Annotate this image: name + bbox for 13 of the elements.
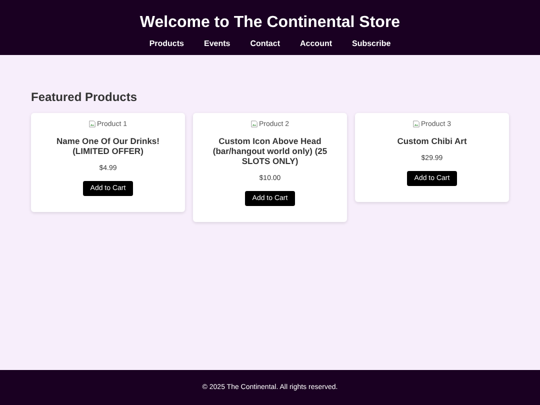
product-name: Name One Of Our Drinks! (LIMITED OFFER) bbox=[56, 136, 160, 156]
broken-image-icon bbox=[89, 120, 96, 128]
nav-link[interactable]: Account bbox=[300, 39, 332, 49]
nav-link[interactable]: Products bbox=[149, 39, 184, 49]
broken-image-icon bbox=[413, 120, 420, 128]
broken-image-icon bbox=[251, 120, 258, 128]
nav-link[interactable]: Subscribe bbox=[352, 39, 391, 49]
product-name: Custom Chibi Art bbox=[397, 136, 467, 146]
nav-link[interactable]: Contact bbox=[250, 39, 280, 49]
section-heading: Featured Products bbox=[31, 90, 138, 104]
product-name: Custom Icon Above Head (bar/hangout world only) (25 SLOTS ONLY) bbox=[212, 136, 328, 166]
nav-link[interactable]: Events bbox=[204, 39, 230, 49]
store-title: Welcome to The Continental Store bbox=[140, 13, 400, 33]
